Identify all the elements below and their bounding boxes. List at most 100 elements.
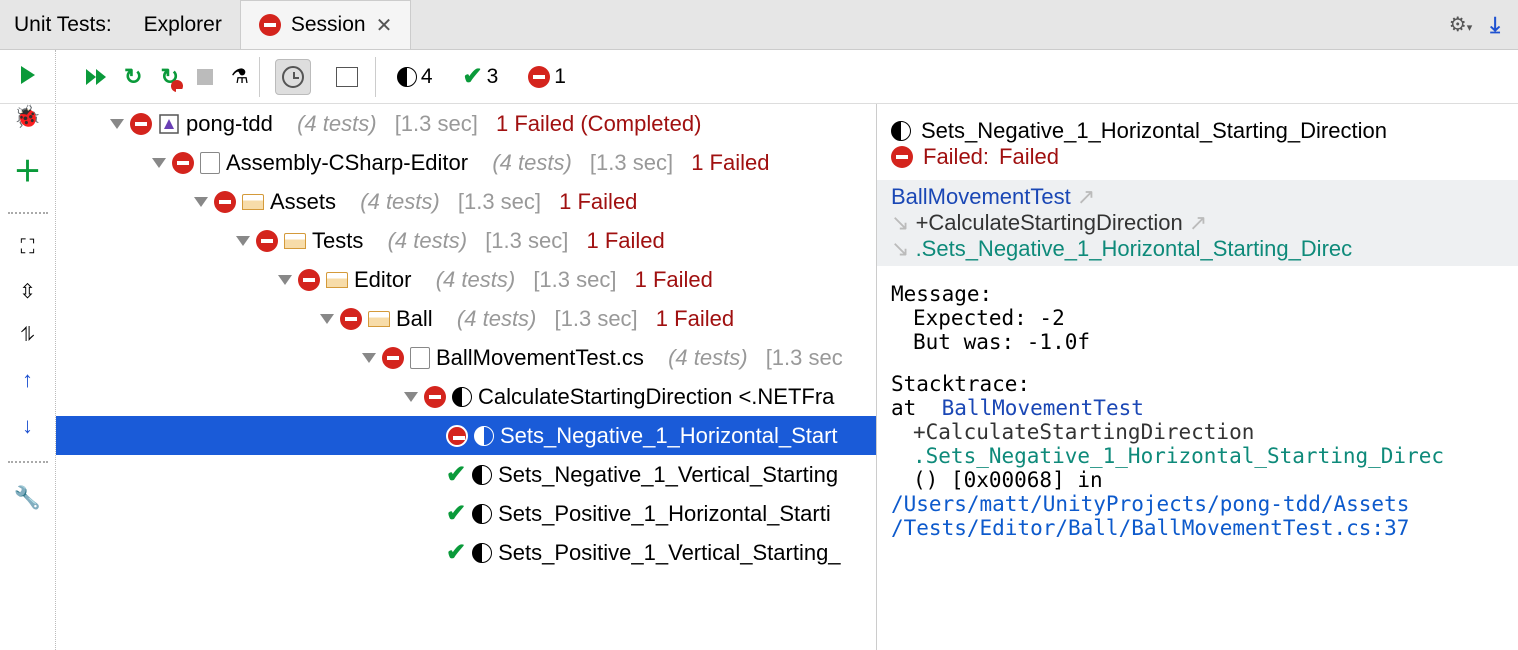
status-icon bbox=[382, 347, 404, 369]
tree-row-test-3[interactable]: ✔ Sets_Positive_1_Horizontal_Starti bbox=[56, 494, 876, 533]
stack-test[interactable]: .Sets_Negative_1_Horizontal_Starting_Dir… bbox=[913, 444, 1444, 468]
caret-icon[interactable] bbox=[236, 236, 250, 246]
incomplete-count[interactable]: 4 bbox=[391, 65, 439, 89]
row-meta: (4 tests) bbox=[297, 111, 376, 137]
collapse-vert-button[interactable]: ⥮ bbox=[20, 324, 35, 347]
expand-button[interactable]: ⛶ bbox=[21, 236, 35, 259]
tab-session-label: Session bbox=[291, 13, 366, 37]
calendar-icon bbox=[336, 67, 358, 87]
tree-row-editor[interactable]: Editor (4 tests) [1.3 sec] 1 Failed bbox=[56, 260, 876, 299]
row-label: CalculateStartingDirection <.NETFra bbox=[478, 384, 834, 410]
half-icon bbox=[397, 67, 417, 87]
stack-path-2[interactable]: /Tests/Editor/Ball/BallMovementTest.cs:3… bbox=[891, 516, 1409, 540]
left-rail: 🐞 ＋ ⛶ ⇳ ⥮ ↑ ↓ 🔧 bbox=[0, 50, 56, 650]
clock-icon bbox=[282, 66, 304, 88]
run-all-button[interactable] bbox=[86, 69, 106, 85]
panel-title: Unit Tests: bbox=[0, 0, 126, 49]
test-icon bbox=[891, 121, 911, 141]
folder-icon bbox=[284, 233, 306, 249]
calendar-toggle[interactable] bbox=[329, 59, 365, 95]
tree-row-ball[interactable]: Ball (4 tests) [1.3 sec] 1 Failed bbox=[56, 299, 876, 338]
nest-arrow-icon: ↘ bbox=[891, 236, 909, 261]
stack-method[interactable]: +CalculateStartingDirection bbox=[913, 420, 1254, 444]
row-status: 1 Failed bbox=[656, 306, 734, 332]
tree-row-tests[interactable]: Tests (4 tests) [1.3 sec] 1 Failed bbox=[56, 221, 876, 260]
rerun-button[interactable]: ↻ bbox=[124, 64, 142, 90]
test-tree: pong-tdd (4 tests) [1.3 sec] 1 Failed (C… bbox=[56, 104, 876, 650]
fixture-icon bbox=[452, 387, 472, 407]
caret-icon[interactable] bbox=[404, 392, 418, 402]
csharp-icon bbox=[200, 152, 220, 174]
caret-icon[interactable] bbox=[320, 314, 334, 324]
row-label: Sets_Negative_1_Vertical_Starting bbox=[498, 462, 838, 488]
row-label: Sets_Positive_1_Horizontal_Starti bbox=[498, 501, 831, 527]
debug-button[interactable]: 🐞 bbox=[14, 104, 41, 130]
add-button[interactable]: ＋ bbox=[13, 150, 41, 190]
fail-icon bbox=[528, 66, 550, 88]
caret-icon[interactable] bbox=[194, 197, 208, 207]
link-arrow-icon: ↗ bbox=[1077, 184, 1095, 209]
row-time: [1.3 sec] bbox=[533, 267, 616, 293]
status-icon bbox=[172, 152, 194, 174]
status-icon bbox=[256, 230, 278, 252]
test-icon bbox=[472, 465, 492, 485]
tree-row-solution[interactable]: pong-tdd (4 tests) [1.3 sec] 1 Failed (C… bbox=[56, 104, 876, 143]
row-time: [1.3 sec] bbox=[485, 228, 568, 254]
toolbar: ↻ ↻ ⚗ 4 ✔ 3 1 bbox=[0, 50, 1518, 104]
expand-vert-button[interactable]: ⇳ bbox=[19, 279, 36, 304]
close-icon[interactable]: ✕ bbox=[376, 13, 393, 38]
tab-session[interactable]: Session ✕ bbox=[240, 0, 411, 49]
stack-label: Stacktrace: bbox=[891, 372, 1504, 396]
row-label: Ball bbox=[396, 306, 433, 332]
status-icon: ✔ bbox=[446, 538, 466, 567]
row-time: [1.3 sec] bbox=[395, 111, 478, 137]
row-label: Assets bbox=[270, 189, 336, 215]
fail-count[interactable]: 1 bbox=[522, 65, 572, 89]
caret-icon[interactable] bbox=[278, 275, 292, 285]
test-icon bbox=[472, 543, 492, 563]
status-icon: ✔ bbox=[446, 460, 466, 489]
options-button[interactable]: ⚗ bbox=[231, 64, 249, 89]
test-icon bbox=[472, 504, 492, 524]
row-meta: (4 tests) bbox=[668, 345, 747, 371]
stack-class[interactable]: BallMovementTest bbox=[942, 396, 1144, 420]
incomplete-count-value: 4 bbox=[421, 65, 433, 89]
tab-explorer-label: Explorer bbox=[144, 13, 222, 37]
stop-button[interactable] bbox=[197, 69, 213, 85]
message-expected: Expected: -2 bbox=[891, 306, 1504, 330]
tree-row-test-2[interactable]: ✔ Sets_Negative_1_Vertical_Starting bbox=[56, 455, 876, 494]
trace-method[interactable]: +CalculateStartingDirection bbox=[916, 210, 1183, 235]
tree-row-test-1[interactable]: Sets_Negative_1_Horizontal_Start bbox=[56, 416, 876, 455]
wrench-icon[interactable]: 🔧 bbox=[14, 485, 41, 511]
caret-icon[interactable] bbox=[110, 119, 124, 129]
tree-row-fixture[interactable]: CalculateStartingDirection <.NETFra bbox=[56, 377, 876, 416]
arrow-up-icon[interactable]: ↑ bbox=[22, 367, 33, 392]
folder-icon bbox=[326, 272, 348, 288]
solution-icon bbox=[158, 113, 180, 135]
tree-row-file[interactable]: BallMovementTest.cs (4 tests) [1.3 sec bbox=[56, 338, 876, 377]
pass-count[interactable]: ✔ 3 bbox=[457, 62, 505, 91]
caret-icon[interactable] bbox=[362, 353, 376, 363]
pass-count-value: 3 bbox=[487, 65, 499, 89]
row-meta: (4 tests) bbox=[492, 150, 571, 176]
tab-explorer[interactable]: Explorer bbox=[126, 0, 240, 49]
tree-row-assets[interactable]: Assets (4 tests) [1.3 sec] 1 Failed bbox=[56, 182, 876, 221]
tabs-bar: Unit Tests: Explorer Session ✕ ⚙▾ ⤓ bbox=[0, 0, 1518, 50]
row-label: Assembly-CSharp-Editor bbox=[226, 150, 468, 176]
status-icon bbox=[130, 113, 152, 135]
time-toggle[interactable] bbox=[275, 59, 311, 95]
download-icon[interactable]: ⤓ bbox=[1490, 12, 1500, 38]
row-status: 1 Failed (Completed) bbox=[496, 111, 701, 137]
stack-path-1[interactable]: /Users/matt/UnityProjects/pong-tdd/Asset… bbox=[891, 492, 1409, 516]
gear-icon[interactable]: ⚙▾ bbox=[1449, 12, 1472, 37]
file-icon bbox=[410, 347, 430, 369]
trace-test[interactable]: .Sets_Negative_1_Horizontal_Starting_Dir… bbox=[916, 236, 1353, 261]
tree-row-assembly[interactable]: Assembly-CSharp-Editor (4 tests) [1.3 se… bbox=[56, 143, 876, 182]
status-icon: ✔ bbox=[446, 499, 466, 528]
caret-icon[interactable] bbox=[152, 158, 166, 168]
arrow-down-icon[interactable]: ↓ bbox=[22, 413, 33, 438]
rerun-failed-button[interactable]: ↻ bbox=[160, 64, 178, 90]
trace-class[interactable]: BallMovementTest bbox=[891, 184, 1071, 209]
panel-title-label: Unit Tests: bbox=[14, 13, 112, 37]
tree-row-test-4[interactable]: ✔ Sets_Positive_1_Vertical_Starting_ bbox=[56, 533, 876, 572]
